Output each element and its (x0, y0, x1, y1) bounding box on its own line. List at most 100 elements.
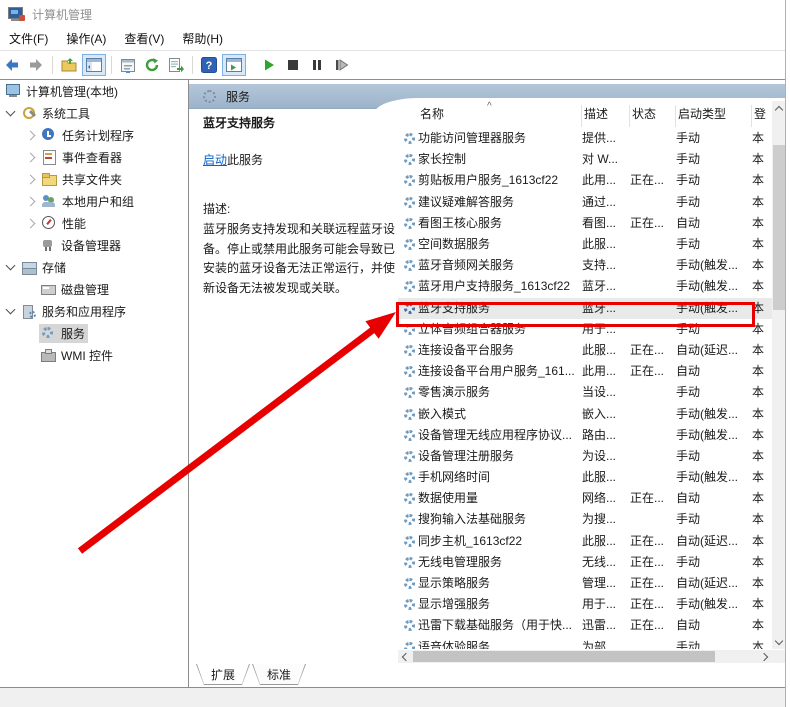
service-description: 此服... (582, 467, 630, 488)
horizontal-scrollbar-thumb[interactable] (413, 651, 715, 662)
service-name: 显示增强服务 (418, 594, 582, 615)
sidebar-item-9[interactable]: 磁盘管理 (24, 279, 112, 299)
sidebar-item-12[interactable]: WMI 控件 (24, 345, 116, 365)
refresh-button[interactable] (141, 54, 163, 76)
sidebar-item-3[interactable]: 事件查看器 (24, 147, 125, 167)
service-name: 手机网络时间 (418, 467, 582, 488)
column-header-3[interactable]: 启动类型 (676, 105, 752, 127)
description-text: 蓝牙服务支持发现和关联远程蓝牙设备。停止或禁用此服务可能会导致已安装的蓝牙设备无… (203, 220, 397, 298)
expander-chevron-icon[interactable] (6, 305, 16, 315)
service-startup-type: 手动(触发... (676, 298, 752, 319)
start-service-button[interactable] (258, 54, 280, 76)
service-row[interactable]: 设备管理注册服务 为设... 手动 本 (398, 446, 772, 467)
device-manager-icon (40, 237, 56, 253)
service-row[interactable]: 设备管理无线应用程序协议... 路由... 手动(触发... 本 (398, 425, 772, 446)
sidebar-item-4[interactable]: 共享文件夹 (24, 169, 125, 189)
column-header-4[interactable]: 登 (752, 105, 772, 127)
menu-item-0[interactable]: 文件(F) (0, 29, 57, 50)
service-startup-type: 手动 (676, 637, 752, 649)
service-row[interactable]: 语音体验服务 为部... 手动 本 (398, 637, 772, 650)
service-description: 管理... (582, 573, 630, 594)
service-description: 对 W... (582, 149, 630, 170)
scroll-right-icon[interactable] (759, 650, 772, 663)
toolbar-separator (192, 56, 193, 74)
service-row[interactable]: 数据使用量 网络... 正在... 自动 本 (398, 488, 772, 509)
sidebar-item-5[interactable]: 本地用户和组 (24, 191, 137, 211)
sidebar-item-10[interactable]: 服务和应用程序 (4, 301, 129, 321)
service-name: 空间数据服务 (418, 234, 582, 255)
vertical-scrollbar-thumb[interactable] (773, 145, 785, 310)
service-row[interactable]: 蓝牙用户支持服务_1613cf22 蓝牙... 手动(触发... 本 (398, 276, 772, 297)
menu-item-3[interactable]: 帮助(H) (173, 29, 232, 50)
service-row[interactable]: 显示增强服务 用于... 正在... 手动(触发... 本 (398, 594, 772, 615)
service-row[interactable]: 无线电管理服务 无线... 正在... 手动 本 (398, 552, 772, 573)
service-row[interactable]: 搜狗输入法基础服务 为搜... 手动 本 (398, 509, 772, 530)
service-row[interactable]: 剪贴板用户服务_1613cf22 此用... 正在... 手动 本 (398, 170, 772, 191)
vertical-scrollbar[interactable] (772, 101, 786, 649)
horizontal-scrollbar[interactable] (398, 650, 772, 663)
show-console-tree-button[interactable] (82, 54, 106, 76)
service-row[interactable]: 蓝牙支持服务 蓝牙... 手动(触发... 本 (398, 298, 772, 319)
service-logon-as: 本 (752, 425, 772, 446)
service-row[interactable]: 立体音频组合器服务 用于... 手动 本 (398, 319, 772, 340)
expander-chevron-icon[interactable] (26, 174, 36, 184)
export-list-button[interactable] (165, 54, 187, 76)
service-row[interactable]: 同步主机_1613cf22 此服... 正在... 自动(延迟... 本 (398, 531, 772, 552)
task-scheduler-icon (41, 127, 57, 143)
service-row[interactable]: 迅雷下载基础服务（用于快... 迅雷... 正在... 自动 本 (398, 615, 772, 636)
stop-service-button[interactable] (282, 54, 304, 76)
column-header-1[interactable]: 描述 (582, 105, 630, 127)
title-bar: 计算机管理 (0, 0, 785, 28)
menu-item-1[interactable]: 操作(A) (57, 29, 115, 50)
expander-chevron-icon[interactable] (6, 107, 16, 117)
menu-item-2[interactable]: 查看(V) (115, 29, 173, 50)
sidebar-item-7[interactable]: 设备管理器 (24, 235, 124, 255)
help-button[interactable]: ? (198, 54, 220, 76)
service-row[interactable]: 空间数据服务 此服... 手动 本 (398, 234, 772, 255)
forward-button[interactable] (25, 54, 47, 76)
scrollbar-corner (772, 650, 786, 663)
service-row[interactable]: 蓝牙音频网关服务 支持... 手动(触发... 本 (398, 255, 772, 276)
scroll-down-icon[interactable] (772, 635, 786, 649)
service-row[interactable]: 功能访问管理器服务 提供... 手动 本 (398, 128, 772, 149)
sidebar-item-1[interactable]: 系统工具 (4, 103, 93, 123)
restart-service-button[interactable] (330, 54, 352, 76)
sidebar-item-6[interactable]: 性能 (24, 213, 89, 233)
properties-button[interactable] (117, 54, 139, 76)
show-extended-view-button[interactable] (222, 54, 246, 76)
service-row[interactable]: 零售演示服务 当设... 手动 本 (398, 382, 772, 403)
expander-chevron-icon[interactable] (26, 218, 36, 228)
column-header-2[interactable]: 状态 (630, 105, 676, 127)
service-logon-as: 本 (752, 382, 772, 403)
service-row[interactable]: 连接设备平台用户服务_161... 此用... 正在... 自动 本 (398, 361, 772, 382)
shared-folders-icon (41, 171, 57, 187)
service-gear-icon (398, 281, 418, 292)
scroll-up-icon[interactable] (772, 101, 786, 115)
service-startup-type: 自动 (676, 361, 752, 382)
open-icon[interactable] (58, 54, 80, 76)
service-row[interactable]: 嵌入模式 嵌入... 手动(触发... 本 (398, 403, 772, 424)
service-row[interactable]: 显示策略服务 管理... 正在... 自动(延迟... 本 (398, 573, 772, 594)
expander-chevron-icon[interactable] (6, 261, 16, 271)
expander-chevron-icon[interactable] (26, 152, 36, 162)
column-header-0[interactable]: 名称 (418, 105, 582, 127)
sidebar-item-11[interactable]: 服务 (24, 323, 88, 343)
service-name: 无线电管理服务 (418, 552, 582, 573)
service-row[interactable]: 家长控制 对 W... 手动 本 (398, 149, 772, 170)
scroll-left-icon[interactable] (398, 650, 411, 663)
service-row[interactable]: 连接设备平台服务 此服... 正在... 自动(延迟... 本 (398, 340, 772, 361)
start-service-link[interactable]: 启动 (203, 153, 227, 167)
tab-标准[interactable]: 标准 (252, 664, 306, 685)
service-row[interactable]: 建议疑难解答服务 通过... 手动 本 (398, 192, 772, 213)
expander-chevron-icon[interactable] (26, 196, 36, 206)
sidebar-item-8[interactable]: 存储 (4, 257, 69, 277)
service-row[interactable]: 看图王核心服务 看图... 正在... 自动 本 (398, 213, 772, 234)
sidebar-item-2[interactable]: 任务计划程序 (24, 125, 137, 145)
service-description: 用于... (582, 594, 630, 615)
service-row[interactable]: 手机网络时间 此服... 手动(触发... 本 (398, 467, 772, 488)
expander-chevron-icon[interactable] (26, 130, 36, 140)
tab-扩展[interactable]: 扩展 (196, 664, 250, 685)
sidebar-item-0[interactable]: 计算机管理(本地) (4, 81, 121, 101)
back-button[interactable] (1, 54, 23, 76)
pause-service-button[interactable] (306, 54, 328, 76)
